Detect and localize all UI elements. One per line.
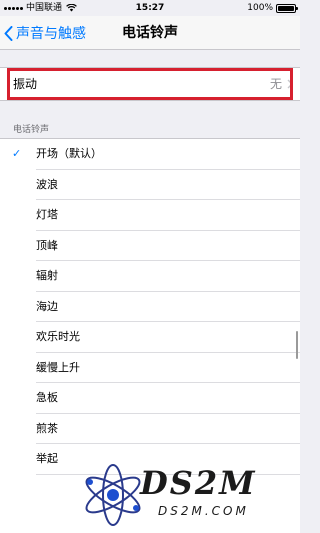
ringtone-name: 煎茶 xyxy=(36,421,58,435)
ringtone-name: 海边 xyxy=(36,299,58,313)
ringtone-name: 开场（默认） xyxy=(36,147,102,160)
status-bar: 中国联通 15:27 100% xyxy=(0,0,300,16)
vibration-value: 无 xyxy=(269,77,282,91)
watermark-title: DS2M xyxy=(140,464,257,502)
navigation-bar: 声音与触感 电话铃声 xyxy=(0,16,300,50)
list-item[interactable]: 急板 xyxy=(0,383,300,414)
list-item[interactable]: 灯塔 xyxy=(0,200,300,231)
page-title: 电话铃声 xyxy=(122,25,178,41)
list-item[interactable]: 煎茶 xyxy=(0,414,300,444)
ringtone-name: 欢乐时光 xyxy=(36,330,80,343)
chevron-right-icon xyxy=(287,79,293,89)
watermark-subtitle: DS2M.COM xyxy=(158,504,249,518)
battery-percent: 100% xyxy=(247,3,273,13)
section-header: 电话铃声 xyxy=(13,125,50,135)
scrollbar[interactable] xyxy=(296,331,298,359)
ringtone-name: 急板 xyxy=(36,391,58,404)
ringtone-name: 灯塔 xyxy=(36,208,58,221)
checkmark-icon: ✓ xyxy=(12,147,22,160)
list-item[interactable]: 缓慢上升 xyxy=(0,353,300,383)
list-item[interactable]: 波浪 xyxy=(0,170,300,200)
list-item[interactable]: 辐射 xyxy=(0,261,300,292)
status-right: 100% xyxy=(247,0,298,16)
vibration-label: 振动 xyxy=(13,77,38,91)
list-item[interactable]: 欢乐时光 xyxy=(0,322,300,353)
battery-icon xyxy=(276,3,298,13)
list-item[interactable]: ✓ 开场（默认） xyxy=(0,139,300,170)
vibration-row[interactable]: 振动 无 xyxy=(0,67,300,101)
ringtone-name: 举起 xyxy=(36,452,58,465)
list-item[interactable]: 海边 xyxy=(0,292,300,322)
ringtone-name: 辐射 xyxy=(36,269,58,282)
ringtone-name: 缓慢上升 xyxy=(36,360,80,374)
watermark-logo: DS2M DS2M.COM xyxy=(78,460,294,530)
ringtone-name: 波浪 xyxy=(36,177,58,191)
ringtone-name: 顶峰 xyxy=(36,238,58,252)
list-item[interactable]: 顶峰 xyxy=(0,231,300,261)
atom-logo-icon xyxy=(85,464,141,526)
